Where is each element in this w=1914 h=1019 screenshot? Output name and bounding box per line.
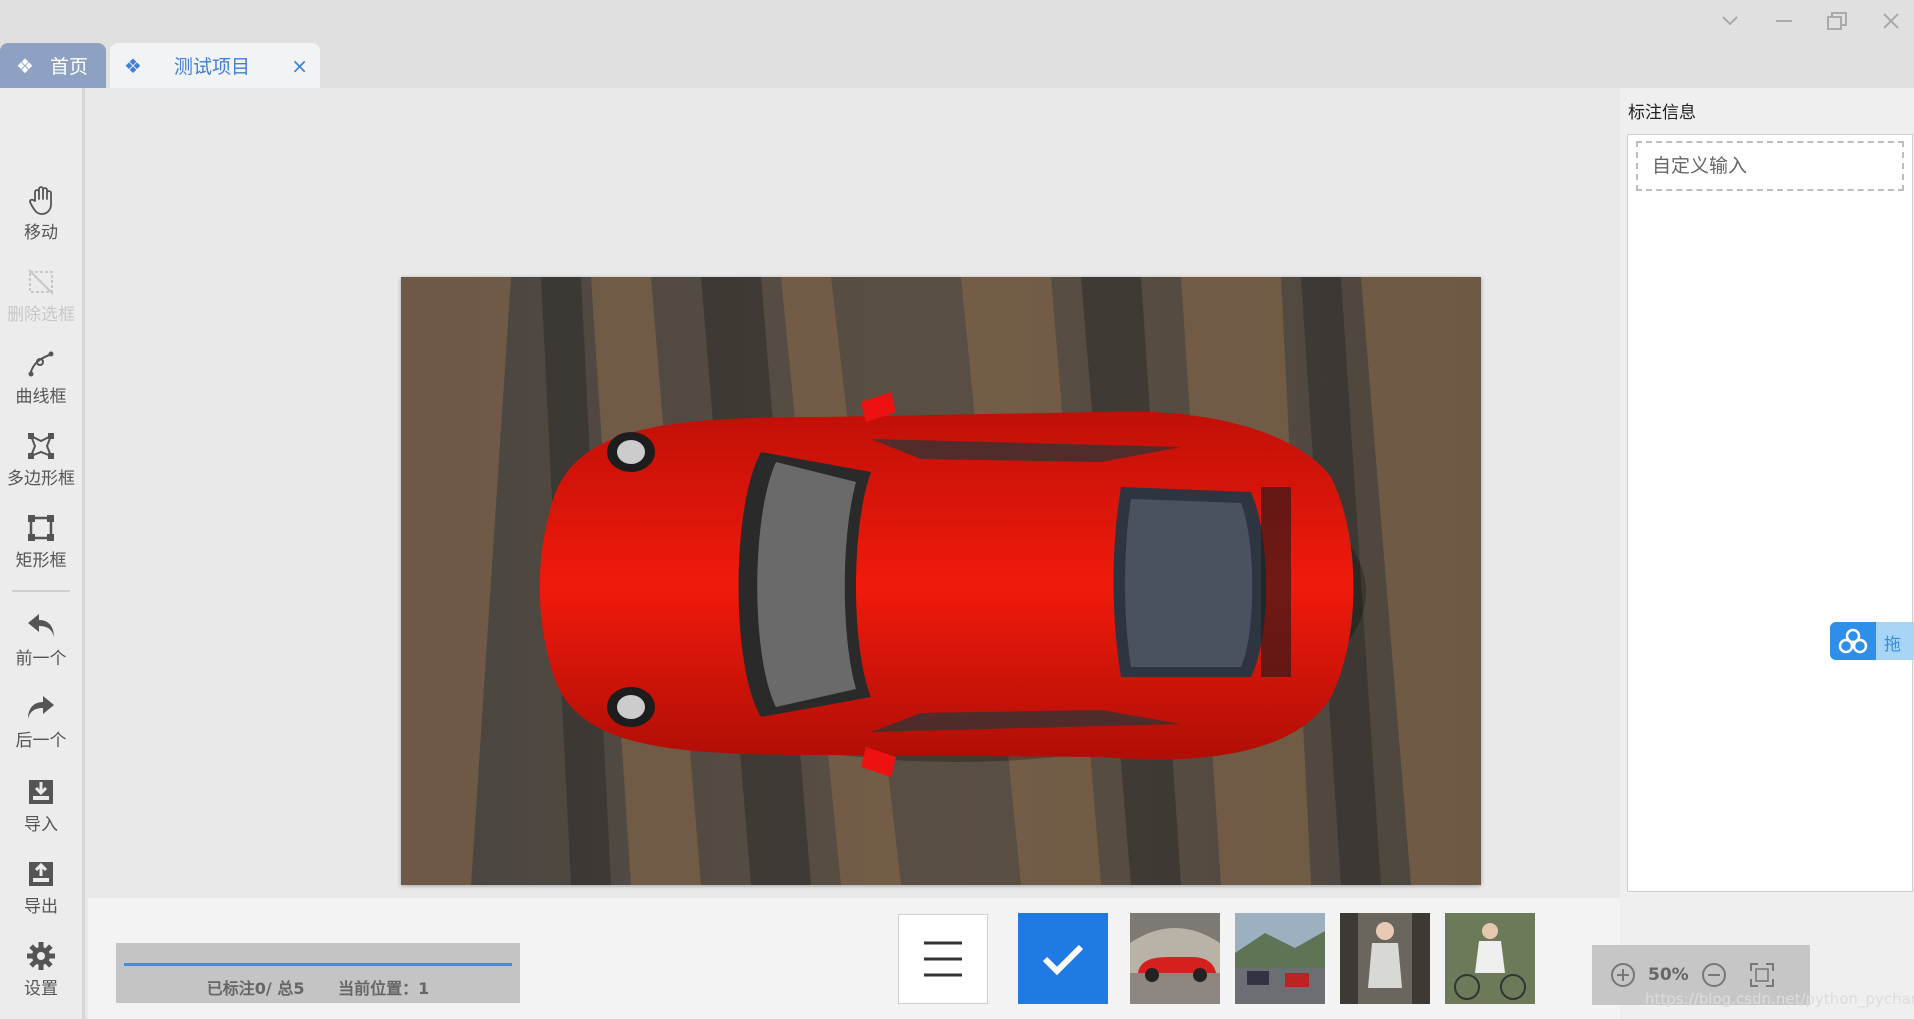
bottom-bar: 已标注0/ 总5 当前位置：1 xyxy=(88,898,1620,1019)
tab-home[interactable]: ❖ 首页 xyxy=(0,43,106,88)
tool-polygon-label: 多边形框 xyxy=(7,469,75,489)
list-menu-button[interactable] xyxy=(898,914,988,1004)
tool-delete-box-label: 删除选框 xyxy=(7,305,75,325)
chevron-down-icon[interactable] xyxy=(1715,8,1745,34)
thumbnail-4[interactable] xyxy=(1445,913,1535,1004)
zoom-level: 50% xyxy=(1648,965,1689,985)
title-bar: ❖ 首页 ❖ 测试项目 × xyxy=(0,0,1914,88)
annotation-list xyxy=(1627,134,1913,892)
minimize-icon[interactable] xyxy=(1769,8,1799,34)
tool-settings[interactable]: 设置 xyxy=(0,940,82,999)
diamond-grid-icon: ❖ xyxy=(16,53,34,78)
restore-icon[interactable] xyxy=(1822,8,1852,34)
rectangle-icon xyxy=(28,515,54,541)
progress-status: 已标注0/ 总5 当前位置：1 xyxy=(116,943,520,1003)
tool-rectangle[interactable]: 矩形框 xyxy=(0,512,82,571)
tool-import[interactable]: 导入 xyxy=(0,776,82,835)
gear-icon xyxy=(27,942,55,970)
thumbnail-1[interactable] xyxy=(1130,913,1220,1004)
undo-arrow-icon xyxy=(28,614,54,637)
labeled-count: 已标注0/ 总5 xyxy=(206,979,305,998)
tool-rectangle-label: 矩形框 xyxy=(15,551,67,571)
tab-project[interactable]: ❖ 测试项目 × xyxy=(110,43,320,88)
tab-home-label: 首页 xyxy=(49,56,88,78)
current-position: 当前位置：1 xyxy=(338,979,430,998)
floating-drag-widget[interactable]: 拖 xyxy=(1830,622,1914,660)
polygon-icon xyxy=(28,433,54,459)
zoom-out-icon[interactable] xyxy=(1697,958,1731,992)
progress-bar xyxy=(124,963,512,966)
tool-curve[interactable]: 曲线框 xyxy=(0,348,82,407)
tool-next-label: 后一个 xyxy=(15,731,67,751)
floating-widget-text: 拖 xyxy=(1884,635,1901,655)
fullscreen-icon[interactable] xyxy=(1745,958,1779,992)
redo-arrow-icon xyxy=(28,696,54,719)
thumbnail-3[interactable] xyxy=(1340,913,1430,1004)
tool-previous[interactable]: 前一个 xyxy=(0,610,82,669)
tool-export[interactable]: 导出 xyxy=(0,858,82,917)
checkmark-icon xyxy=(1042,944,1084,975)
tool-settings-label: 设置 xyxy=(24,979,58,999)
annotation-info-title: 标注信息 xyxy=(1628,103,1696,123)
tool-next[interactable]: 后一个 xyxy=(0,692,82,751)
tool-delete-box[interactable]: 删除选框 xyxy=(0,266,82,325)
tool-export-label: 导出 xyxy=(24,897,58,917)
thumbnail-2[interactable] xyxy=(1235,913,1325,1004)
watermark: https://blog.csdn.net/python_pycharm xyxy=(1645,990,1914,1008)
hamburger-icon xyxy=(924,941,962,977)
custom-input-field[interactable] xyxy=(1636,141,1904,191)
import-icon xyxy=(29,780,53,804)
tool-move[interactable]: 移动 xyxy=(0,184,82,243)
annotation-info-panel: 标注信息 拖 xyxy=(1620,88,1914,1019)
export-icon xyxy=(29,862,53,886)
tool-import-label: 导入 xyxy=(24,815,58,835)
cloud-icon xyxy=(1830,622,1876,660)
confirm-button[interactable] xyxy=(1018,913,1108,1004)
close-tab-icon[interactable]: × xyxy=(291,54,308,78)
tool-previous-label: 前一个 xyxy=(15,649,67,669)
delete-box-icon xyxy=(28,269,54,295)
curve-icon xyxy=(28,351,54,377)
tool-move-label: 移动 xyxy=(24,223,58,243)
tool-curve-label: 曲线框 xyxy=(15,387,67,407)
car-image[interactable] xyxy=(401,277,1481,885)
tab-project-label: 测试项目 xyxy=(173,56,250,78)
hand-icon xyxy=(29,186,52,215)
diamond-grid-icon: ❖ xyxy=(124,53,142,78)
left-toolbar: 移动 删除选框 曲线框 多边形框 矩形框 前一个 后一个 导入 导出 设置 xyxy=(0,88,85,1019)
zoom-in-icon[interactable] xyxy=(1606,958,1640,992)
annotation-canvas[interactable] xyxy=(88,88,1620,898)
close-window-icon[interactable] xyxy=(1876,8,1906,34)
toolbar-divider xyxy=(12,590,70,592)
tool-polygon[interactable]: 多边形框 xyxy=(0,430,82,489)
